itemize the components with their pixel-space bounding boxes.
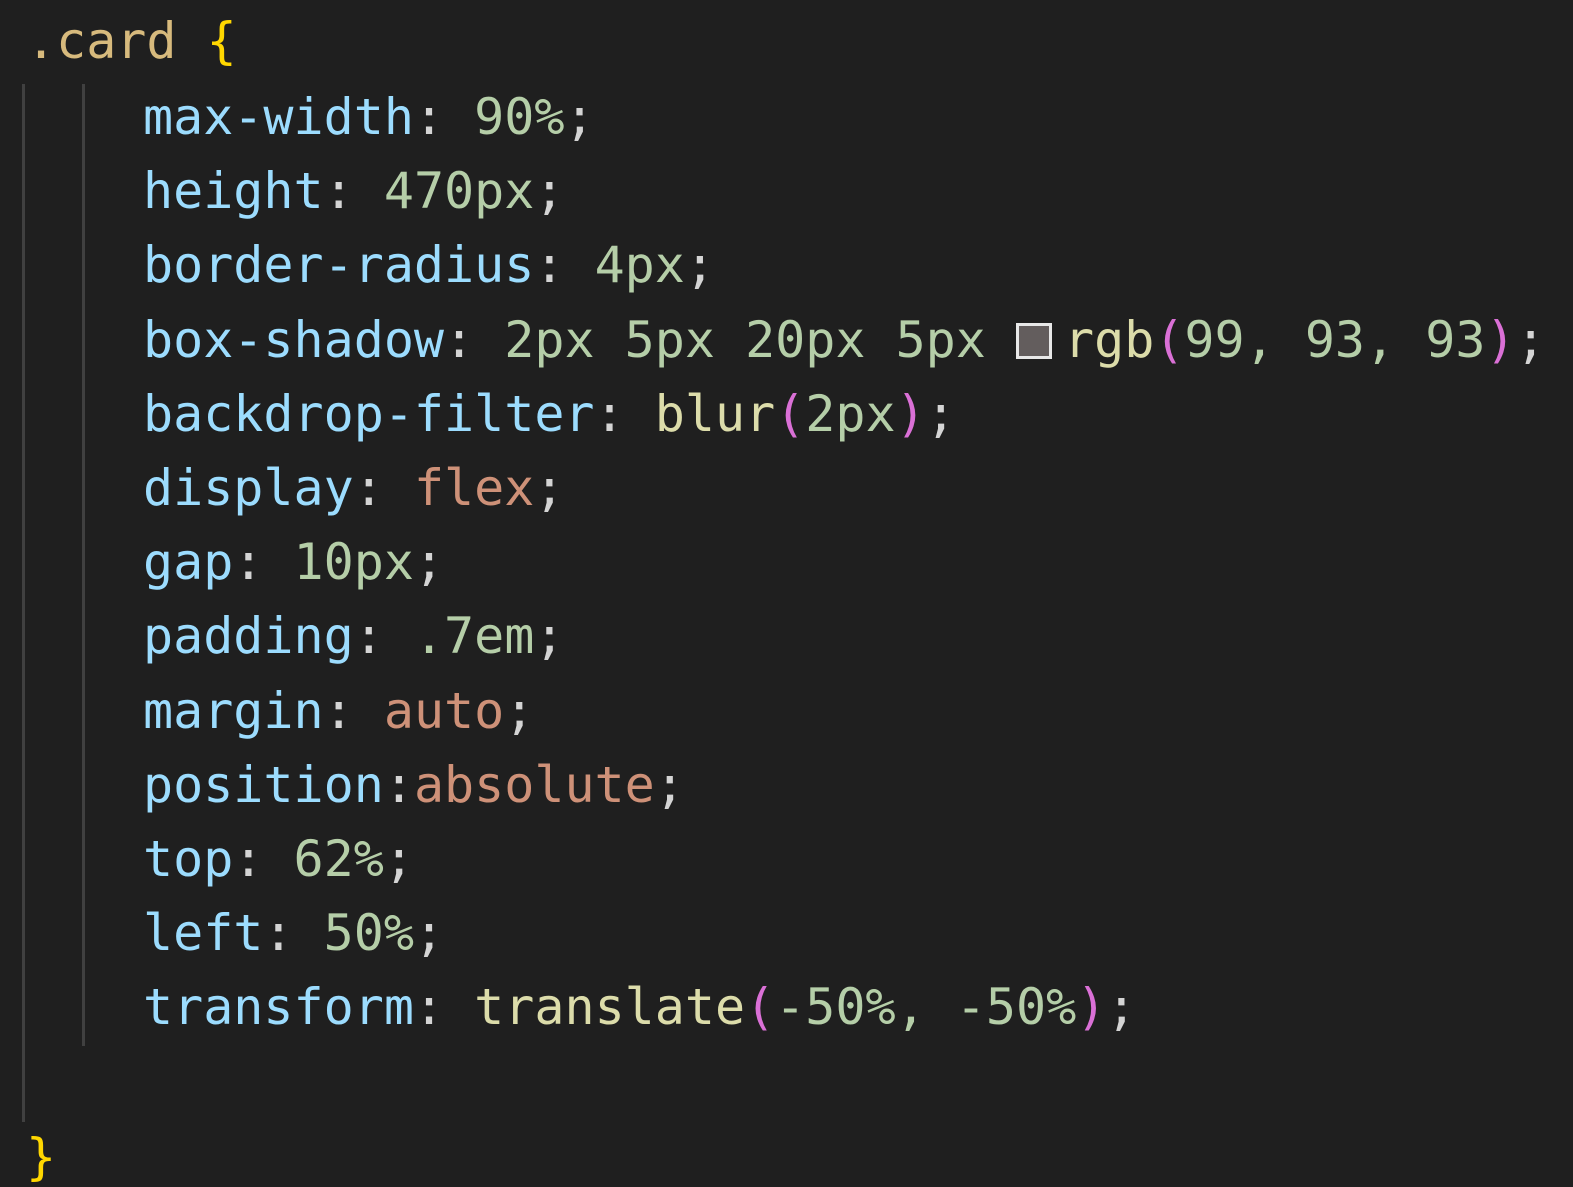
css-property: gap (143, 533, 234, 591)
semicolon: ; (383, 830, 414, 888)
code-line-top: top: 62%; (143, 822, 414, 896)
code-line-max-width: max-width: 90%; (143, 80, 595, 154)
css-value-num: 470px (383, 162, 535, 220)
css-property: left (143, 904, 264, 962)
code-line-left: left: 50%; (143, 896, 444, 970)
code-line-selector: .card { (26, 4, 237, 78)
semicolon: ; (684, 236, 715, 294)
css-value-num: 62% (293, 830, 384, 888)
css-value-kw: flex (413, 459, 535, 517)
code-line-padding: padding: .7em; (143, 599, 564, 673)
semicolon: ; (1515, 311, 1546, 369)
css-value-paren: ( (775, 385, 806, 443)
css-value-num: 2px 5px 20px 5px (504, 311, 1016, 369)
css-value-paren: ) (1076, 978, 1107, 1036)
code-editor[interactable]: .card { max-width: 90%; height: 470px; bor… (0, 0, 1573, 1187)
semicolon: ; (413, 904, 445, 962)
colon: : (233, 830, 294, 888)
css-value-num: 99, 93, 93 (1184, 311, 1486, 369)
code-line-position: position:absolute; (143, 748, 685, 822)
semicolon: ; (564, 88, 595, 146)
css-value-num: 4px (594, 236, 685, 294)
colon: : (413, 978, 475, 1036)
colon: : (353, 459, 414, 517)
semicolon: ; (1106, 978, 1137, 1036)
semicolon: ; (413, 533, 445, 591)
indent-guide-outer (22, 84, 25, 1122)
css-value-fn: translate (474, 978, 746, 1036)
css-property: backdrop-filter (143, 385, 595, 443)
color-swatch[interactable] (1016, 323, 1052, 359)
css-property: box-shadow (143, 311, 445, 369)
colon: : (263, 904, 324, 962)
open-brace: { (206, 12, 237, 70)
semicolon: ; (504, 682, 535, 740)
css-value-kw: absolute (413, 756, 655, 814)
css-value-kw: auto (383, 682, 505, 740)
colon: : (413, 88, 475, 146)
colon: : (233, 533, 294, 591)
semicolon: ; (654, 756, 685, 814)
css-property: max-width (143, 88, 414, 146)
css-property: border-radius (143, 236, 535, 294)
css-property: position (143, 756, 384, 814)
colon: : (383, 756, 414, 814)
css-value-paren: ( (1154, 311, 1185, 369)
css-value-fn: blur (654, 385, 776, 443)
code-line-backdrop-filter: backdrop-filter: blur(2px); (143, 377, 956, 451)
code-line-display: display: flex; (143, 451, 564, 525)
css-value-fn: rgb (1064, 311, 1155, 369)
colon: : (323, 682, 384, 740)
css-property: transform (143, 978, 414, 1036)
semicolon: ; (534, 162, 565, 220)
css-property: margin (143, 682, 324, 740)
colon: : (444, 311, 505, 369)
css-value-num: 90% (474, 88, 565, 146)
semicolon: ; (925, 385, 956, 443)
close-brace: } (26, 1128, 57, 1186)
css-property: padding (143, 607, 354, 665)
code-line-transform: transform: translate(-50%, -50%); (143, 970, 1136, 1044)
colon: : (353, 607, 414, 665)
css-property: top (143, 830, 234, 888)
css-value-num: .7em (413, 607, 535, 665)
code-line-margin: margin: auto; (143, 674, 534, 748)
css-value-num: 2px (805, 385, 896, 443)
css-property: display (143, 459, 354, 517)
code-line-close-brace: } (26, 1120, 56, 1187)
css-value-paren: ( (745, 978, 776, 1036)
code-line-box-shadow: box-shadow: 2px 5px 20px 5px rgb(99, 93,… (143, 303, 1546, 377)
css-property: height (143, 162, 324, 220)
semicolon: ; (534, 607, 565, 665)
indent-guide-inner (82, 84, 85, 1046)
css-value-num: 50% (323, 904, 414, 962)
semicolon: ; (534, 459, 565, 517)
code-line-border-radius: border-radius: 4px; (143, 228, 715, 302)
css-value-paren: ) (1485, 311, 1516, 369)
colon: : (594, 385, 655, 443)
code-line-gap: gap: 10px; (143, 525, 444, 599)
css-value-paren: ) (895, 385, 926, 443)
css-selector: .card (26, 12, 177, 70)
css-value-num: 10px (293, 533, 414, 591)
colon: : (534, 236, 595, 294)
colon: : (323, 162, 384, 220)
code-line-height: height: 470px; (143, 154, 564, 228)
css-value-num: -50%, -50% (775, 978, 1077, 1036)
